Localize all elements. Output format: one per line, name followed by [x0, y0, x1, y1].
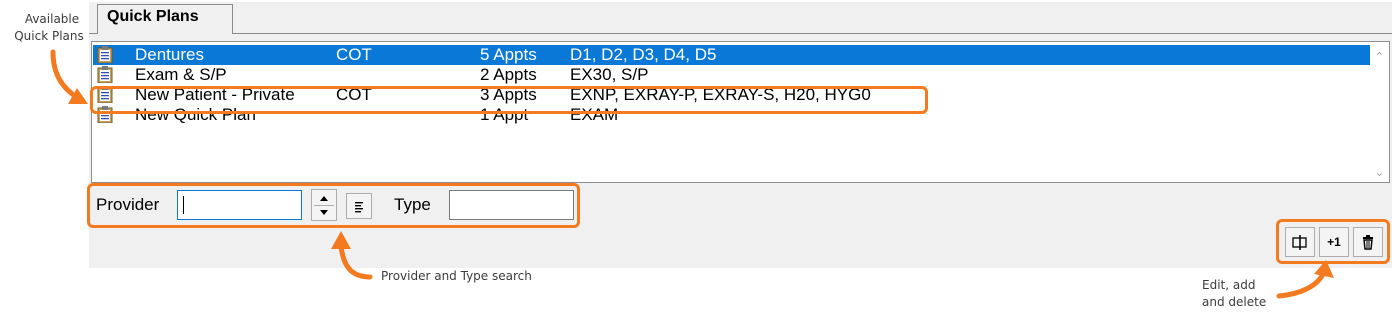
plan-row[interactable]: Exam & S/P 2 Appts EX30, S/P	[93, 65, 1371, 85]
highlight-new-patient-row	[90, 86, 928, 114]
annotation-actions: Edit, add and delete	[1202, 277, 1274, 311]
list-scrollbar[interactable]: ⌃ ⌄	[1370, 42, 1389, 182]
annotation-actions-line2: and delete	[1202, 295, 1267, 309]
tab-quick-plans-label: Quick Plans	[107, 8, 199, 25]
plan-row[interactable]: Dentures COT 5 Appts D1, D2, D3, D4, D5	[93, 45, 1371, 65]
plan-name: Dentures	[135, 45, 204, 64]
annotation-actions-line1: Edit, add	[1202, 278, 1256, 292]
annotation-quick-plans: Available Quick Plans	[14, 11, 84, 45]
arrow-to-actions-icon	[1276, 260, 1334, 299]
arrow-to-list-icon	[50, 49, 88, 104]
plan-appts: 5 Appts	[480, 45, 537, 64]
plan-codes: EX30, S/P	[570, 65, 649, 84]
plan-codes: D1, D2, D3, D4, D5	[570, 45, 717, 64]
arrow-to-search-icon	[331, 231, 373, 280]
scroll-down-icon[interactable]: ⌄	[1373, 166, 1386, 179]
annotation-quick-plans-line2: Quick Plans	[14, 29, 84, 43]
plan-provider: COT	[336, 45, 372, 64]
scroll-up-icon[interactable]: ⌃	[1373, 50, 1386, 63]
annotation-quick-plans-line1: Available	[24, 12, 80, 26]
tab-quick-plans[interactable]: Quick Plans	[97, 4, 233, 34]
plan-appts: 2 Appts	[480, 65, 537, 84]
highlight-search-fields	[87, 183, 580, 228]
tab-divider	[89, 33, 1392, 34]
annotation-search: Provider and Type search	[381, 269, 532, 283]
plan-name: Exam & S/P	[135, 65, 227, 84]
